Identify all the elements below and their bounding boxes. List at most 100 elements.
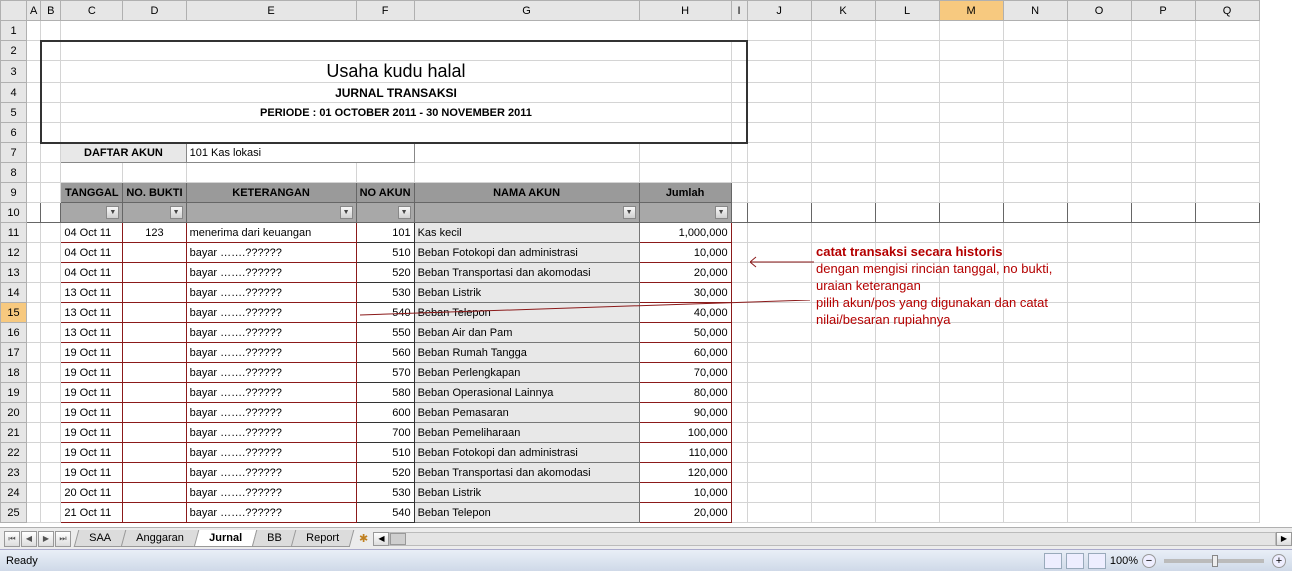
cell-nobukti[interactable] <box>123 323 186 343</box>
cell[interactable] <box>1131 223 1195 243</box>
cell[interactable] <box>1003 21 1067 41</box>
select-all-corner[interactable] <box>1 1 27 21</box>
row-header[interactable]: 16 <box>1 323 27 343</box>
cell[interactable] <box>811 383 875 403</box>
cell[interactable] <box>1195 83 1259 103</box>
chevron-down-icon[interactable]: ▼ <box>340 206 353 219</box>
cell[interactable] <box>639 143 731 163</box>
cell[interactable] <box>1195 103 1259 123</box>
cell[interactable] <box>811 463 875 483</box>
cell[interactable] <box>731 243 747 263</box>
cell[interactable] <box>811 443 875 463</box>
cell[interactable] <box>811 41 875 61</box>
cell[interactable] <box>811 103 875 123</box>
cell[interactable] <box>811 61 875 83</box>
cell-tanggal[interactable]: 20 Oct 11 <box>61 483 123 503</box>
cell[interactable] <box>1067 83 1131 103</box>
cell[interactable] <box>1003 183 1067 203</box>
cell[interactable] <box>27 323 41 343</box>
zoom-thumb[interactable] <box>1212 555 1218 567</box>
cell[interactable] <box>27 183 41 203</box>
cell[interactable] <box>1067 343 1131 363</box>
cell[interactable] <box>731 363 747 383</box>
cell[interactable] <box>939 323 1003 343</box>
cell[interactable] <box>747 123 811 143</box>
cell[interactable] <box>731 203 747 223</box>
cell[interactable] <box>27 423 41 443</box>
cell[interactable] <box>939 343 1003 363</box>
cell[interactable] <box>939 303 1003 323</box>
cell-namaakun[interactable]: Beban Listrik <box>414 483 639 503</box>
cell[interactable] <box>1195 183 1259 203</box>
cell[interactable] <box>1067 123 1131 143</box>
cell[interactable] <box>939 61 1003 83</box>
cell[interactable] <box>811 143 875 163</box>
cell-tanggal[interactable]: 04 Oct 11 <box>61 263 123 283</box>
cell-noakun[interactable]: 600 <box>356 403 414 423</box>
cell[interactable] <box>41 41 61 61</box>
cell[interactable] <box>27 243 41 263</box>
cell[interactable] <box>875 183 939 203</box>
cell-namaakun[interactable]: Beban Pemasaran <box>414 403 639 423</box>
cell[interactable] <box>731 103 747 123</box>
cell-nobukti[interactable] <box>123 283 186 303</box>
cell-namaakun[interactable]: Beban Listrik <box>414 283 639 303</box>
cell[interactable] <box>1195 61 1259 83</box>
cell[interactable] <box>811 323 875 343</box>
cell[interactable] <box>875 123 939 143</box>
cell[interactable] <box>875 21 939 41</box>
cell[interactable] <box>41 503 61 523</box>
cell[interactable] <box>747 423 811 443</box>
cell[interactable] <box>27 283 41 303</box>
cell-keterangan[interactable]: bayar …….?????? <box>186 263 356 283</box>
cell-jumlah[interactable]: 20,000 <box>639 503 731 523</box>
cell-namaakun[interactable]: Beban Operasional Lainnya <box>414 383 639 403</box>
hscroll-track[interactable] <box>389 532 1276 546</box>
cell[interactable] <box>875 41 939 61</box>
cell-jumlah[interactable]: 10,000 <box>639 243 731 263</box>
cell-tanggal[interactable]: 21 Oct 11 <box>61 503 123 523</box>
cell[interactable] <box>27 403 41 423</box>
filter-namaakun[interactable]: ▼ <box>414 203 639 223</box>
cell[interactable] <box>61 163 123 183</box>
cell[interactable] <box>939 443 1003 463</box>
sheet-tab-bb[interactable]: BB <box>251 530 296 547</box>
cell[interactable] <box>1067 61 1131 83</box>
sheet-tab-jurnal[interactable]: Jurnal <box>193 530 257 547</box>
row-header[interactable]: 10 <box>1 203 27 223</box>
cell[interactable] <box>27 463 41 483</box>
cell[interactable] <box>1067 203 1131 223</box>
cell[interactable] <box>1003 123 1067 143</box>
cell[interactable] <box>811 183 875 203</box>
cell[interactable] <box>27 303 41 323</box>
cell[interactable] <box>41 243 61 263</box>
cell[interactable] <box>939 21 1003 41</box>
cell[interactable] <box>747 303 811 323</box>
cell-tanggal[interactable]: 19 Oct 11 <box>61 443 123 463</box>
cell[interactable] <box>27 103 41 123</box>
row-header[interactable]: 24 <box>1 483 27 503</box>
cell[interactable] <box>41 123 61 143</box>
cell[interactable] <box>1195 21 1259 41</box>
cell[interactable] <box>1131 323 1195 343</box>
row-header[interactable]: 17 <box>1 343 27 363</box>
cell[interactable] <box>939 283 1003 303</box>
cell[interactable] <box>1131 483 1195 503</box>
cell-tanggal[interactable]: 19 Oct 11 <box>61 463 123 483</box>
cell[interactable] <box>939 123 1003 143</box>
cell[interactable] <box>1067 403 1131 423</box>
cell[interactable] <box>1067 363 1131 383</box>
cell[interactable] <box>875 163 939 183</box>
cell-nobukti[interactable] <box>123 403 186 423</box>
hscroll-right[interactable]: ▶ <box>1276 532 1292 546</box>
col-header-Q[interactable]: Q <box>1195 1 1259 21</box>
cell-jumlah[interactable]: 10,000 <box>639 483 731 503</box>
col-header-D[interactable]: D <box>123 1 186 21</box>
cell[interactable] <box>747 203 811 223</box>
cell[interactable] <box>1003 463 1067 483</box>
cell-namaakun[interactable]: Beban Fotokopi dan administrasi <box>414 443 639 463</box>
cell-namaakun[interactable]: Beban Telepon <box>414 303 639 323</box>
cell[interactable] <box>1195 243 1259 263</box>
cell[interactable] <box>1131 303 1195 323</box>
cell[interactable] <box>41 163 61 183</box>
